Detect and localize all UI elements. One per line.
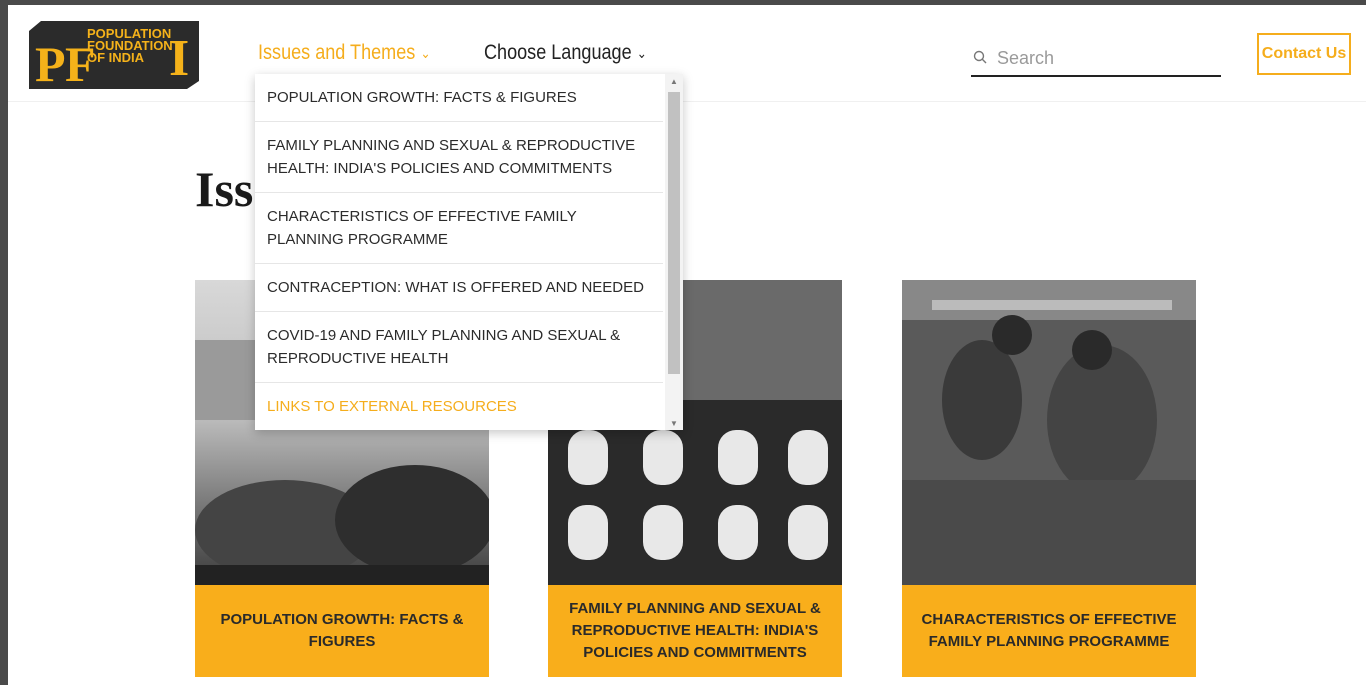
- card-caption: CHARACTERISTICS OF EFFECTIVE FAMILY PLAN…: [902, 585, 1196, 677]
- scrollbar-thumb[interactable]: [668, 92, 680, 374]
- nav-issues-and-themes[interactable]: Issues and Themes ⌄: [258, 41, 431, 65]
- search-input[interactable]: [995, 46, 1209, 70]
- search-icon: [973, 50, 995, 67]
- card-caption: FAMILY PLANNING AND SEXUAL & REPRODUCTIV…: [548, 585, 842, 677]
- card-caption: POPULATION GROWTH: FACTS & FIGURES: [195, 585, 489, 677]
- page-title: Iss: [195, 161, 254, 217]
- dropdown-scrollbar[interactable]: ▲ ▼: [665, 74, 683, 430]
- chevron-down-icon: ⌄: [636, 44, 647, 61]
- dropdown-item-population-growth[interactable]: POPULATION GROWTH: FACTS & FIGURES: [255, 74, 663, 122]
- nav-issues-label: Issues and Themes: [258, 41, 416, 64]
- dropdown-item-contraception[interactable]: CONTRACEPTION: WHAT IS OFFERED AND NEEDE…: [255, 264, 663, 312]
- card-image: [902, 280, 1196, 585]
- dropdown-item-family-planning-policies[interactable]: FAMILY PLANNING AND SEXUAL & REPRODUCTIV…: [255, 122, 663, 193]
- window-frame-left: [0, 0, 8, 685]
- scroll-down-icon[interactable]: ▼: [668, 419, 680, 428]
- card-effective-family-planning[interactable]: CHARACTERISTICS OF EFFECTIVE FAMILY PLAN…: [902, 280, 1196, 677]
- dropdown-item-external-resources[interactable]: LINKS TO EXTERNAL RESOURCES: [255, 383, 663, 430]
- nav-language-label: Choose Language: [484, 41, 632, 64]
- dropdown-item-effective-family-planning[interactable]: CHARACTERISTICS OF EFFECTIVE FAMILY PLAN…: [255, 193, 663, 264]
- svg-text:P: P: [35, 36, 66, 89]
- nav-choose-language[interactable]: Choose Language ⌄: [484, 41, 647, 65]
- contact-us-button[interactable]: Contact Us: [1257, 33, 1351, 75]
- pfi-logo[interactable]: P F I POPULATION FOUNDATION OF INDIA: [29, 21, 199, 89]
- dropdown-list: POPULATION GROWTH: FACTS & FIGURES FAMIL…: [255, 74, 663, 430]
- logo-line-3: OF INDIA: [87, 50, 145, 65]
- dropdown-item-covid-19[interactable]: COVID-19 AND FAMILY PLANNING AND SEXUAL …: [255, 312, 663, 383]
- scroll-up-icon[interactable]: ▲: [668, 77, 680, 86]
- site-header: P F I POPULATION FOUNDATION OF INDIA Iss…: [8, 5, 1366, 102]
- chevron-down-icon: ⌄: [420, 44, 431, 61]
- issues-dropdown-menu: POPULATION GROWTH: FACTS & FIGURES FAMIL…: [255, 74, 683, 430]
- logo-text: POPULATION FOUNDATION OF INDIA: [87, 27, 173, 65]
- search-box: [971, 41, 1221, 77]
